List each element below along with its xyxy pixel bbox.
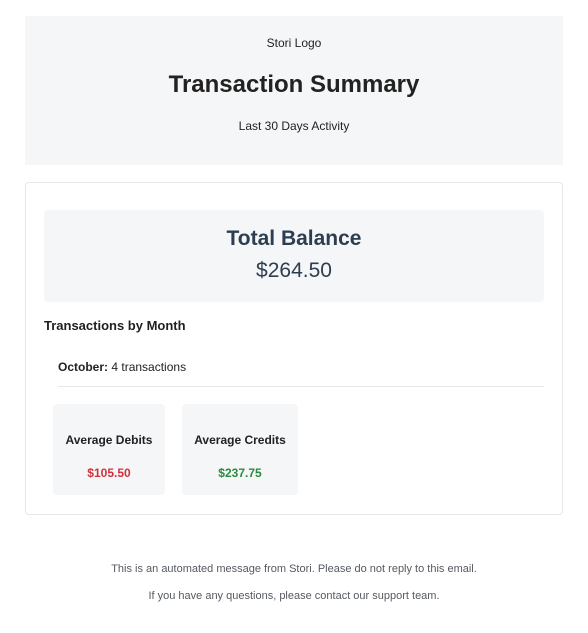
- email-page: Stori Logo Transaction Summary Last 30 D…: [0, 0, 588, 633]
- page-title: Transaction Summary: [168, 71, 420, 98]
- average-debits-value: $105.50: [87, 466, 131, 480]
- total-balance-amount: $264.50: [256, 259, 332, 282]
- stori-logo: Stori Logo: [266, 36, 322, 50]
- page-subtitle: Last 30 Days Activity: [238, 119, 350, 133]
- footer-automated-notice: This is an automated message from Stori.…: [111, 563, 477, 575]
- average-credits-value: $237.75: [218, 466, 262, 480]
- footer-support-notice: If you have any questions, please contac…: [148, 590, 440, 602]
- month-transaction-count: 4 transactions: [111, 360, 187, 374]
- average-credits-label: Average Credits: [194, 433, 286, 447]
- month-name: October:: [58, 360, 109, 374]
- total-balance-panel: Total Balance $264.50: [44, 210, 544, 302]
- transactions-by-month-title: Transactions by Month: [44, 318, 186, 333]
- average-debits-label: Average Debits: [65, 433, 153, 447]
- average-credits-panel: Average Credits $237.75: [182, 404, 298, 495]
- summary-card: Total Balance $264.50 Transactions by Mo…: [25, 182, 563, 515]
- average-debits-panel: Average Debits $105.50: [53, 404, 165, 495]
- email-header: Stori Logo Transaction Summary Last 30 D…: [25, 16, 563, 165]
- list-item: October: 4 transactions: [58, 353, 544, 387]
- total-balance-label: Total Balance: [226, 227, 362, 250]
